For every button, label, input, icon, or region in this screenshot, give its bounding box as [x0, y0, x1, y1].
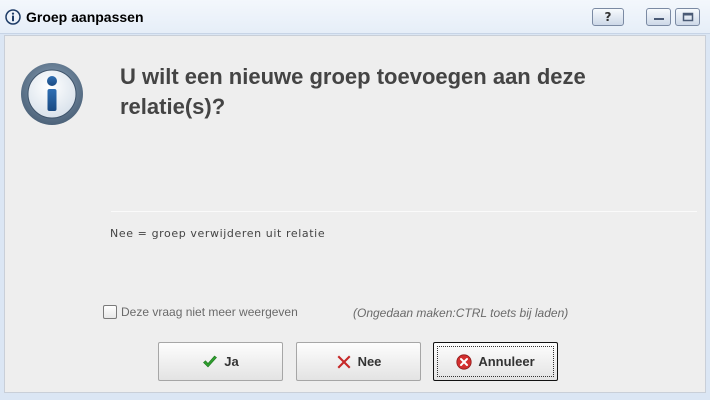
check-icon — [203, 355, 218, 367]
undo-hint: (Ongedaan maken:CTRL toets bij laden) — [353, 306, 569, 320]
no-button-label: Nee — [357, 354, 382, 369]
cross-icon — [337, 355, 351, 368]
maximize-icon — [682, 12, 693, 22]
dialog-note: Nee = groep verwijderen uit relatie — [110, 227, 326, 240]
cancel-circle-icon — [456, 353, 472, 370]
minimize-icon — [653, 18, 664, 20]
yes-button[interactable]: Ja — [158, 342, 283, 381]
dialog-question: U wilt een nieuwe groep toevoegen aan de… — [120, 64, 586, 119]
dont-show-again-option[interactable]: Deze vraag niet meer weergeven — [103, 304, 298, 320]
divider — [111, 211, 697, 212]
dialog-content: U wilt een nieuwe groep toevoegen aan de… — [4, 35, 706, 393]
help-button[interactable]: ? — [592, 8, 624, 26]
cancel-button[interactable]: Annuleer — [433, 342, 558, 381]
dialog-window: Groep aanpassen ? U wilt een nieuwe groe… — [0, 0, 710, 400]
title-bar[interactable]: Groep aanpassen ? — [0, 0, 710, 34]
no-button[interactable]: Nee — [296, 342, 421, 381]
maximize-button[interactable] — [675, 8, 700, 26]
info-icon — [21, 63, 83, 125]
dont-show-again-checkbox[interactable] — [103, 305, 117, 319]
cancel-button-label: Annuleer — [478, 354, 535, 369]
window-title: Groep aanpassen — [26, 9, 144, 25]
yes-button-label: Ja — [224, 354, 239, 369]
dont-show-again-label[interactable]: Deze vraag niet meer weergeven — [121, 305, 298, 319]
minimize-button[interactable] — [646, 8, 671, 26]
help-label: ? — [604, 10, 612, 24]
info-circle-icon — [5, 9, 21, 25]
